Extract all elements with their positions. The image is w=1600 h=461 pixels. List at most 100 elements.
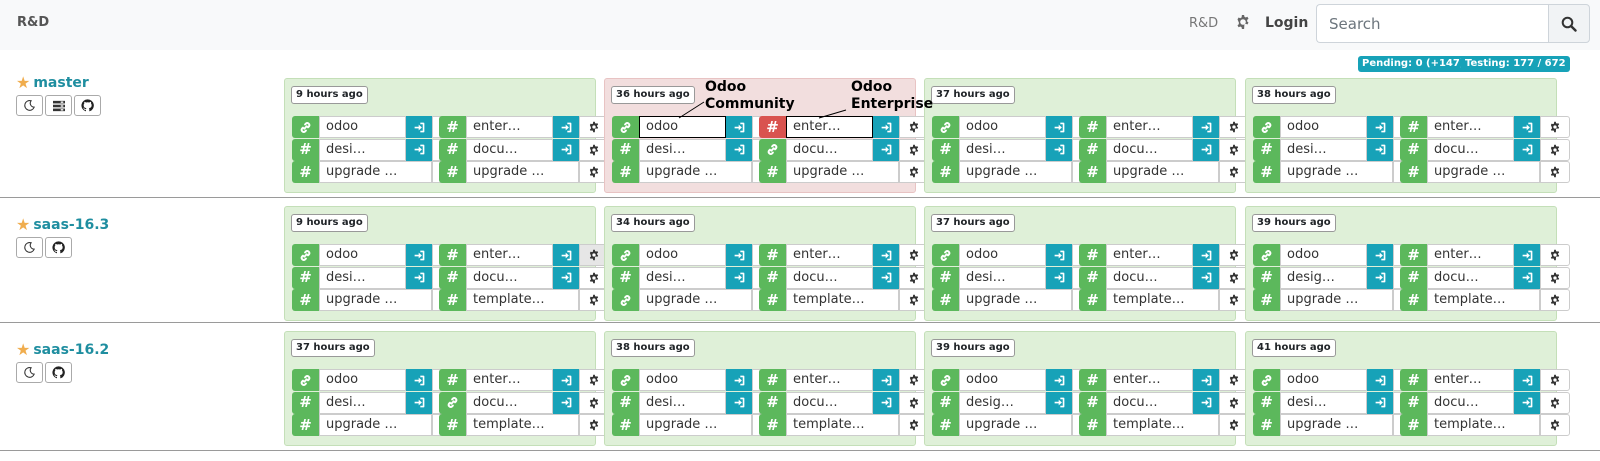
build-status-button[interactable] bbox=[1253, 116, 1280, 138]
build-status-button[interactable]: # bbox=[1400, 266, 1427, 289]
build-name[interactable]: upgrade … bbox=[319, 161, 432, 183]
connect-button[interactable] bbox=[1367, 116, 1393, 138]
build-name[interactable]: upgrade … bbox=[1280, 161, 1393, 183]
project-link[interactable]: R&D bbox=[1189, 16, 1218, 31]
build-name[interactable]: docu… bbox=[786, 391, 873, 414]
build-status-button[interactable] bbox=[612, 116, 639, 138]
connect-button[interactable] bbox=[873, 244, 899, 266]
build-name[interactable]: desi… bbox=[959, 138, 1046, 161]
build-status-button[interactable]: # bbox=[292, 414, 319, 436]
build-status-button[interactable]: # bbox=[1079, 391, 1106, 414]
build-status-button[interactable]: # bbox=[932, 138, 959, 161]
build-status-button[interactable]: # bbox=[932, 161, 959, 183]
build-status-button[interactable]: # bbox=[612, 266, 639, 289]
branch-name[interactable]: ★ saas-16.3 bbox=[16, 217, 109, 234]
build-status-button[interactable]: # bbox=[759, 161, 786, 183]
build-status-button[interactable]: # bbox=[292, 266, 319, 289]
build-name[interactable]: docu… bbox=[1106, 391, 1193, 414]
build-status-button[interactable]: # bbox=[612, 138, 639, 161]
build-name[interactable]: upgrade … bbox=[1106, 161, 1219, 183]
connect-button[interactable] bbox=[553, 244, 579, 266]
build-status-button[interactable]: # bbox=[1079, 138, 1106, 161]
connect-button[interactable] bbox=[1046, 244, 1072, 266]
build-name[interactable]: upgrade … bbox=[959, 161, 1072, 183]
build-name[interactable]: desi… bbox=[319, 266, 406, 289]
build-status-button[interactable]: # bbox=[1253, 138, 1280, 161]
connect-button[interactable] bbox=[1046, 116, 1072, 138]
connect-button[interactable] bbox=[406, 116, 432, 138]
build-name[interactable]: docu… bbox=[466, 138, 553, 161]
build-status-button[interactable]: # bbox=[1400, 391, 1427, 414]
build-status-button[interactable]: # bbox=[759, 244, 786, 266]
build-status-button[interactable]: # bbox=[759, 116, 786, 138]
build-status-button[interactable]: # bbox=[1079, 369, 1106, 391]
build-name[interactable]: odoo bbox=[319, 116, 406, 138]
build-status-button[interactable] bbox=[759, 138, 786, 161]
build-status-button[interactable]: # bbox=[759, 414, 786, 436]
build-status-button[interactable]: # bbox=[932, 289, 959, 311]
connect-button[interactable] bbox=[1514, 244, 1540, 266]
build-name[interactable]: upgrade … bbox=[959, 289, 1072, 311]
connect-button[interactable] bbox=[1193, 138, 1219, 161]
build-status-button[interactable]: # bbox=[1079, 244, 1106, 266]
build-status-button[interactable]: # bbox=[759, 289, 786, 311]
connect-button[interactable] bbox=[726, 244, 752, 266]
login-link[interactable]: Login bbox=[1265, 15, 1308, 31]
connect-button[interactable] bbox=[726, 391, 752, 414]
connect-button[interactable] bbox=[406, 266, 432, 289]
build-status-button[interactable]: # bbox=[439, 289, 466, 311]
connect-button[interactable] bbox=[1514, 391, 1540, 414]
github-button[interactable] bbox=[45, 237, 72, 258]
build-name[interactable]: template… bbox=[466, 289, 579, 311]
connect-button[interactable] bbox=[1514, 116, 1540, 138]
connect-button[interactable] bbox=[1367, 266, 1393, 289]
build-status-button[interactable]: # bbox=[932, 266, 959, 289]
build-name[interactable]: upgrade … bbox=[319, 289, 432, 311]
build-status-button[interactable]: # bbox=[612, 391, 639, 414]
connect-button[interactable] bbox=[1046, 369, 1072, 391]
connect-button[interactable] bbox=[726, 266, 752, 289]
build-status-button[interactable]: # bbox=[439, 369, 466, 391]
build-settings-button[interactable] bbox=[1540, 289, 1570, 311]
build-status-button[interactable] bbox=[932, 369, 959, 391]
build-status-button[interactable] bbox=[612, 289, 639, 311]
batch-age-badge[interactable]: 39 hours ago bbox=[1252, 214, 1336, 232]
build-name[interactable]: odoo bbox=[639, 116, 726, 138]
build-status-button[interactable]: # bbox=[1400, 369, 1427, 391]
build-name[interactable]: desi… bbox=[1280, 138, 1367, 161]
build-status-button[interactable] bbox=[932, 244, 959, 266]
connect-button[interactable] bbox=[1514, 266, 1540, 289]
moon-button[interactable] bbox=[16, 95, 43, 116]
build-name[interactable]: odoo bbox=[959, 244, 1046, 266]
branch-name[interactable]: ★ master bbox=[16, 75, 89, 92]
build-name[interactable]: enter… bbox=[466, 116, 553, 138]
build-status-button[interactable]: # bbox=[439, 266, 466, 289]
build-name[interactable]: docu… bbox=[466, 266, 553, 289]
build-name[interactable]: docu… bbox=[786, 266, 873, 289]
connect-button[interactable] bbox=[873, 391, 899, 414]
connect-button[interactable] bbox=[553, 138, 579, 161]
build-status-button[interactable]: # bbox=[1079, 289, 1106, 311]
build-status-button[interactable]: # bbox=[1400, 161, 1427, 183]
connect-button[interactable] bbox=[1046, 266, 1072, 289]
build-status-button[interactable]: # bbox=[1400, 414, 1427, 436]
github-button[interactable] bbox=[45, 362, 72, 383]
build-name[interactable]: desig… bbox=[959, 391, 1046, 414]
build-name[interactable]: upgrade … bbox=[466, 161, 579, 183]
connect-button[interactable] bbox=[1193, 369, 1219, 391]
branch-name[interactable]: ★ saas-16.2 bbox=[16, 342, 109, 359]
brand[interactable]: R&D bbox=[17, 15, 49, 30]
connect-button[interactable] bbox=[406, 369, 432, 391]
build-name[interactable]: upgrade … bbox=[959, 414, 1072, 436]
build-name[interactable]: enter… bbox=[1427, 369, 1514, 391]
build-status-button[interactable]: # bbox=[439, 414, 466, 436]
github-button[interactable] bbox=[74, 95, 101, 116]
build-name[interactable]: template… bbox=[1106, 289, 1219, 311]
connect-button[interactable] bbox=[1367, 391, 1393, 414]
connect-button[interactable] bbox=[1046, 391, 1072, 414]
build-name[interactable]: desi… bbox=[639, 266, 726, 289]
search-input[interactable] bbox=[1316, 4, 1548, 43]
batch-age-badge[interactable]: 9 hours ago bbox=[291, 86, 368, 104]
connect-button[interactable] bbox=[1367, 244, 1393, 266]
build-name[interactable]: enter… bbox=[1106, 369, 1193, 391]
